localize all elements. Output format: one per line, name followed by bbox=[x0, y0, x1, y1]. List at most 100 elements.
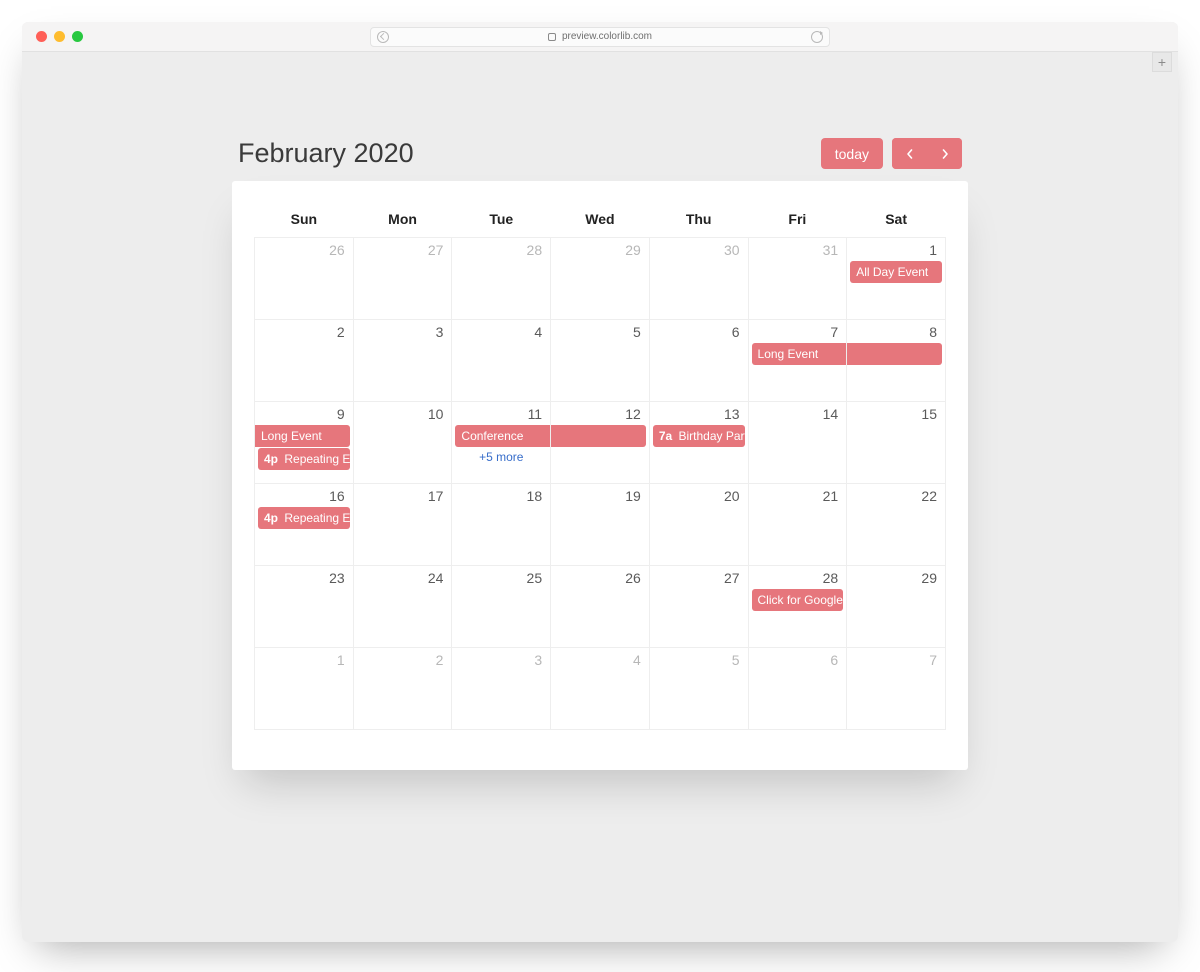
calendar-day[interactable]: 4 bbox=[551, 648, 650, 730]
event-title: Birthday Party bbox=[675, 429, 744, 443]
calendar-day[interactable]: 5 bbox=[551, 320, 650, 402]
calendar-day[interactable]: 27 bbox=[353, 238, 452, 320]
day-number: 1 bbox=[847, 238, 945, 260]
calendar-app: February 2020 today Sun Mon bbox=[22, 52, 1178, 770]
day-number: 7 bbox=[847, 648, 945, 670]
calendar-day[interactable]: 23 bbox=[255, 566, 354, 648]
today-button[interactable]: today bbox=[821, 138, 883, 169]
calendar-week: 164p Repeating Eve171819202122 bbox=[255, 484, 946, 566]
page-title: February 2020 bbox=[238, 138, 414, 169]
calendar-day[interactable]: 5 bbox=[649, 648, 748, 730]
calendar-day[interactable]: 6 bbox=[649, 320, 748, 402]
day-number: 6 bbox=[749, 648, 847, 670]
calendar-day[interactable]: 29 bbox=[551, 238, 650, 320]
chevron-left-icon bbox=[905, 149, 915, 159]
day-header: Fri bbox=[748, 209, 847, 238]
next-month-button[interactable] bbox=[927, 138, 962, 169]
calendar-day[interactable]: 14 bbox=[748, 402, 847, 484]
event-time: 7a bbox=[659, 429, 672, 443]
prev-month-button[interactable] bbox=[892, 138, 927, 169]
day-number: 25 bbox=[452, 566, 550, 588]
calendar-day[interactable]: 15 bbox=[847, 402, 946, 484]
calendar-header: February 2020 today bbox=[232, 138, 968, 181]
calendar-day[interactable]: 137a Birthday Party bbox=[649, 402, 748, 484]
event-conference[interactable]: Conference bbox=[455, 425, 550, 447]
day-number: 12 bbox=[551, 402, 649, 424]
calendar-day[interactable]: 11Conference+5 more bbox=[452, 402, 551, 484]
day-number: 2 bbox=[354, 648, 452, 670]
calendar-day[interactable]: 18 bbox=[452, 484, 551, 566]
calendar-day[interactable]: 22 bbox=[847, 484, 946, 566]
day-number: 30 bbox=[650, 238, 748, 260]
day-number: 26 bbox=[255, 238, 353, 260]
zoom-window-icon[interactable] bbox=[72, 31, 83, 42]
address-bar[interactable]: preview.colorlib.com bbox=[370, 27, 830, 47]
event-conference[interactable] bbox=[551, 425, 646, 447]
more-events-link[interactable]: +5 more bbox=[452, 448, 550, 464]
calendar-day[interactable]: 2 bbox=[255, 320, 354, 402]
event-google[interactable]: Click for Google bbox=[752, 589, 844, 611]
calendar-day[interactable]: 29 bbox=[847, 566, 946, 648]
calendar-day[interactable]: 164p Repeating Eve bbox=[255, 484, 354, 566]
event-repeating[interactable]: 4p Repeating Eve bbox=[258, 448, 350, 470]
calendar-day[interactable]: 12 bbox=[551, 402, 650, 484]
event-long[interactable]: Long Event bbox=[752, 343, 847, 365]
day-number: 10 bbox=[354, 402, 452, 424]
day-header: Sun bbox=[255, 209, 354, 238]
close-window-icon[interactable] bbox=[36, 31, 47, 42]
calendar-day[interactable]: 28 bbox=[452, 238, 551, 320]
day-number: 23 bbox=[255, 566, 353, 588]
calendar-day[interactable]: 21 bbox=[748, 484, 847, 566]
calendar-grid: Sun Mon Tue Wed Thu Fri Sat 262728293031… bbox=[254, 209, 946, 730]
calendar-day[interactable]: 20 bbox=[649, 484, 748, 566]
calendar-day[interactable]: 6 bbox=[748, 648, 847, 730]
calendar-card: Sun Mon Tue Wed Thu Fri Sat 262728293031… bbox=[232, 181, 968, 770]
calendar-day[interactable]: 1All Day Event bbox=[847, 238, 946, 320]
event-birthday[interactable]: 7a Birthday Party bbox=[653, 425, 745, 447]
event-long[interactable] bbox=[847, 343, 942, 365]
calendar-day[interactable]: 7Long Event bbox=[748, 320, 847, 402]
day-header: Sat bbox=[847, 209, 946, 238]
calendar-day[interactable]: 27 bbox=[649, 566, 748, 648]
reload-icon[interactable] bbox=[811, 31, 823, 43]
calendar-day[interactable]: 30 bbox=[649, 238, 748, 320]
day-number: 29 bbox=[551, 238, 649, 260]
day-number: 31 bbox=[749, 238, 847, 260]
calendar-day[interactable]: 17 bbox=[353, 484, 452, 566]
day-number: 24 bbox=[354, 566, 452, 588]
calendar-day[interactable]: 4 bbox=[452, 320, 551, 402]
calendar-day[interactable]: 9Long Event4p Repeating Eve bbox=[255, 402, 354, 484]
calendar-day[interactable]: 26 bbox=[255, 238, 354, 320]
calendar-day[interactable]: 25 bbox=[452, 566, 551, 648]
calendar-day[interactable]: 2 bbox=[353, 648, 452, 730]
url-host: preview.colorlib.com bbox=[562, 31, 652, 42]
day-number: 7 bbox=[749, 320, 847, 342]
back-history-icon[interactable] bbox=[377, 31, 389, 43]
lock-icon bbox=[548, 33, 556, 41]
event-repeating[interactable]: 4p Repeating Eve bbox=[258, 507, 350, 529]
day-number: 6 bbox=[650, 320, 748, 342]
traffic-lights bbox=[36, 31, 83, 42]
event-all-day[interactable]: All Day Event bbox=[850, 261, 942, 283]
calendar-day[interactable]: 19 bbox=[551, 484, 650, 566]
event-long[interactable]: Long Event bbox=[255, 425, 350, 447]
day-number: 14 bbox=[749, 402, 847, 424]
calendar-day[interactable]: 26 bbox=[551, 566, 650, 648]
day-number: 8 bbox=[847, 320, 945, 342]
calendar-day[interactable]: 24 bbox=[353, 566, 452, 648]
day-number: 5 bbox=[551, 320, 649, 342]
calendar-day[interactable]: 7 bbox=[847, 648, 946, 730]
calendar-day[interactable]: 28Click for Google bbox=[748, 566, 847, 648]
new-tab-button[interactable]: + bbox=[1152, 52, 1172, 72]
calendar-day[interactable]: 8 bbox=[847, 320, 946, 402]
calendar-day[interactable]: 1 bbox=[255, 648, 354, 730]
chevron-right-icon bbox=[940, 149, 950, 159]
calendar-day[interactable]: 3 bbox=[452, 648, 551, 730]
day-number: 20 bbox=[650, 484, 748, 506]
calendar-day[interactable]: 10 bbox=[353, 402, 452, 484]
month-nav bbox=[892, 138, 962, 169]
calendar-day[interactable]: 3 bbox=[353, 320, 452, 402]
calendar-day[interactable]: 31 bbox=[748, 238, 847, 320]
minimize-window-icon[interactable] bbox=[54, 31, 65, 42]
day-number: 17 bbox=[354, 484, 452, 506]
